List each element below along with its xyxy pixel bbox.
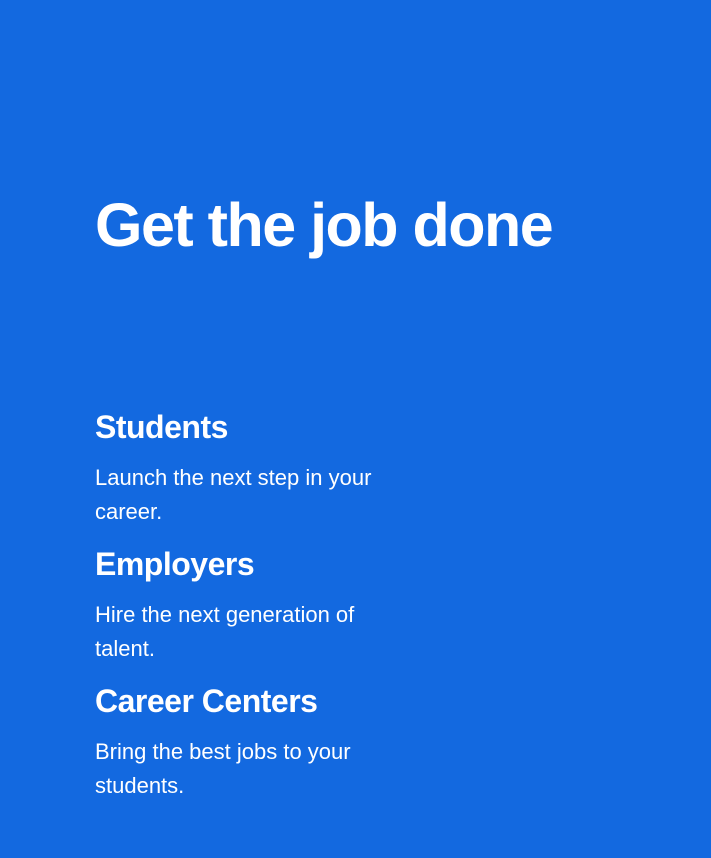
audience-title: Career Centers	[95, 683, 318, 719]
audience-title: Employers	[95, 546, 255, 582]
audience-list: Students Launch the next step in your ca…	[95, 407, 455, 803]
audience-description: Bring the best jobs to your students.	[95, 739, 351, 798]
audience-title: Students	[95, 409, 228, 445]
hero-headline: Get the job done	[95, 191, 554, 259]
audience-employers[interactable]: Employers Hire the next generation of ta…	[95, 544, 455, 666]
audience-description: Launch the next step in your career.	[95, 465, 372, 524]
hero-section: Get the job done Students Launch the nex…	[0, 0, 711, 858]
audience-description: Hire the next generation of talent.	[95, 602, 355, 661]
audience-career-centers[interactable]: Career Centers Bring the best jobs to yo…	[95, 681, 455, 803]
audience-students[interactable]: Students Launch the next step in your ca…	[95, 407, 455, 529]
